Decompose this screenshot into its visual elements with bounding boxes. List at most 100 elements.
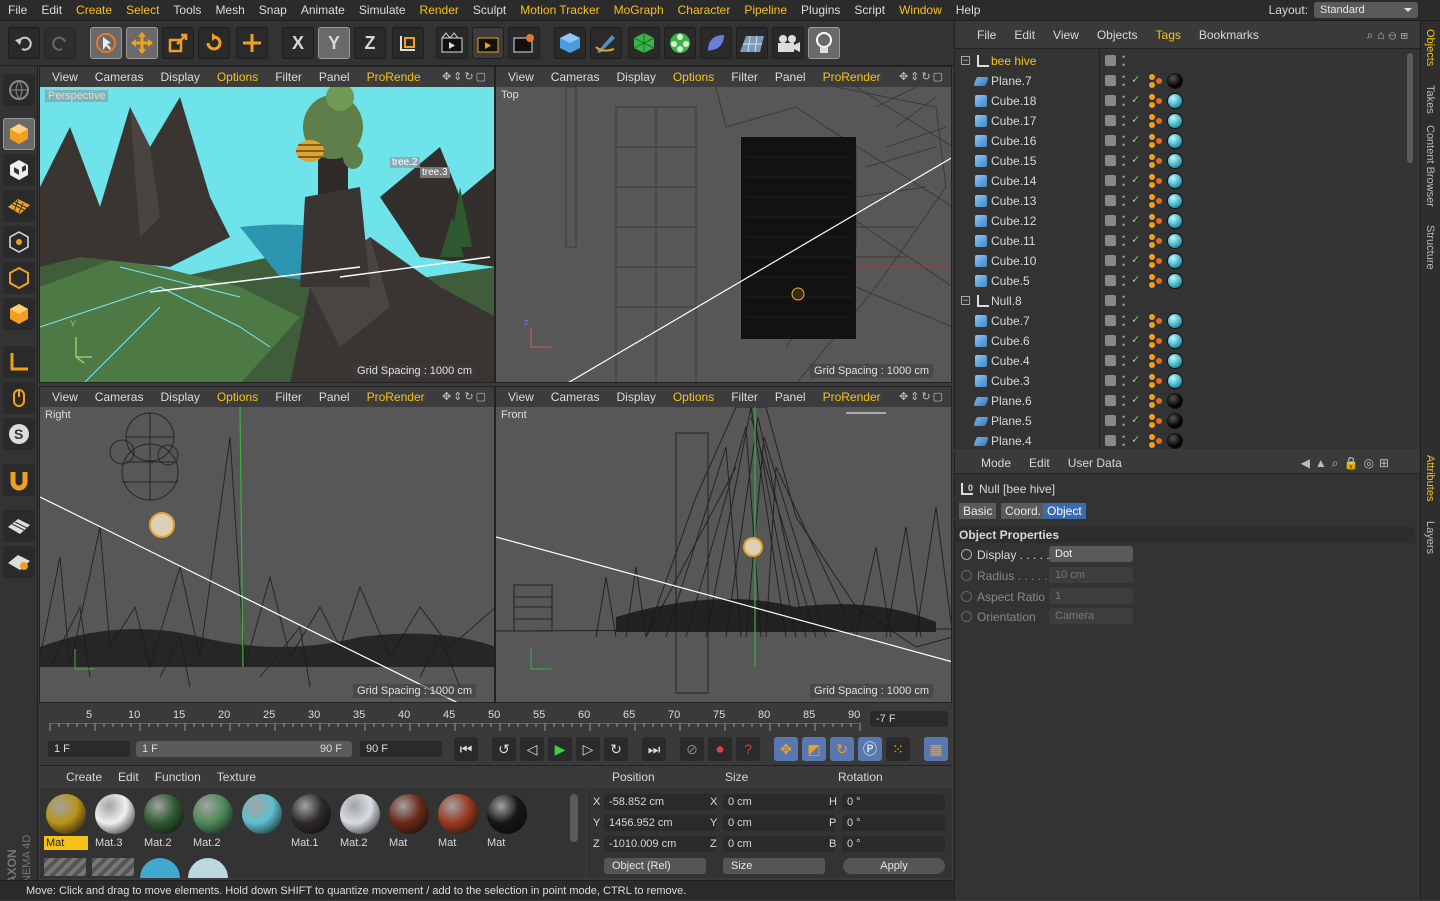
layer-flag-icon[interactable]: [1105, 415, 1116, 426]
vp4-cameras[interactable]: Cameras: [551, 390, 600, 404]
mat-menu-create[interactable]: Create: [66, 770, 102, 784]
object-row[interactable]: Plane.5 • • ✓: [957, 411, 1405, 431]
phong-tag-icon[interactable]: [1147, 413, 1163, 429]
menu-character[interactable]: Character: [678, 3, 731, 17]
enabled-check-icon[interactable]: ✓: [1131, 133, 1140, 146]
visibility-dots-icon[interactable]: • •: [1122, 433, 1125, 450]
layer-flag-icon[interactable]: [1105, 175, 1116, 186]
visibility-dots-icon[interactable]: • •: [1122, 413, 1125, 430]
enabled-check-icon[interactable]: ✓: [1131, 73, 1140, 86]
material-tag-icon[interactable]: [1167, 253, 1183, 269]
z-axis-lock[interactable]: Z: [354, 27, 386, 59]
subdivision-surface-icon[interactable]: [628, 27, 660, 59]
pen-spline-icon[interactable]: [590, 27, 622, 59]
am-menu-edit[interactable]: Edit: [1029, 456, 1050, 470]
menu-edit[interactable]: Edit: [41, 3, 62, 17]
solo-mode-icon[interactable]: S: [3, 418, 35, 450]
material-tag-icon[interactable]: [1167, 433, 1183, 449]
om-scrollbar[interactable]: [1407, 53, 1413, 163]
top-scene[interactable]: z: [496, 86, 951, 382]
phong-tag-icon[interactable]: [1147, 273, 1163, 289]
om-menu-file[interactable]: File: [977, 28, 996, 42]
end-frame-field[interactable]: 90 F: [360, 741, 442, 757]
menu-select[interactable]: Select: [126, 3, 159, 17]
menu-animate[interactable]: Animate: [301, 3, 345, 17]
object-name[interactable]: Plane.5: [991, 414, 1032, 428]
side-tab-content-browser[interactable]: Content Browser: [1424, 125, 1436, 207]
object-row[interactable]: − Null.8 • •: [957, 291, 1405, 311]
object-name[interactable]: Cube.17: [991, 114, 1036, 128]
right-scene[interactable]: [40, 406, 494, 702]
vp3-panel[interactable]: Panel: [319, 390, 350, 404]
key-rotation-icon[interactable]: ↻: [830, 737, 854, 761]
layer-flag-icon[interactable]: [1105, 435, 1116, 446]
vp3-view[interactable]: View: [52, 390, 78, 404]
vp2-prorender[interactable]: ProRender: [823, 70, 881, 84]
vp2-options[interactable]: Options: [673, 70, 714, 84]
preview-range-slider[interactable]: 1 F 90 F: [136, 741, 352, 757]
visibility-dots-icon[interactable]: • •: [1122, 393, 1125, 410]
vp3-display[interactable]: Display: [160, 390, 199, 404]
layer-flag-icon[interactable]: [1105, 375, 1116, 386]
polygons-mode-icon[interactable]: [3, 298, 35, 330]
object-row[interactable]: − bee hive • •: [957, 51, 1405, 71]
phong-tag-icon[interactable]: [1147, 153, 1163, 169]
material-tag-icon[interactable]: [1167, 213, 1183, 229]
material-tag-icon[interactable]: [1167, 153, 1183, 169]
live-selection-icon[interactable]: [90, 27, 122, 59]
menu-render[interactable]: Render: [420, 3, 459, 17]
enabled-check-icon[interactable]: ✓: [1131, 93, 1140, 106]
visibility-dots-icon[interactable]: • •: [1122, 333, 1125, 350]
object-name[interactable]: Cube.3: [991, 374, 1030, 388]
material-tag-icon[interactable]: [1167, 193, 1183, 209]
material-tag-icon[interactable]: [1167, 173, 1183, 189]
enabled-check-icon[interactable]: ✓: [1131, 153, 1140, 166]
workplane-icon[interactable]: [3, 190, 35, 222]
keyframe-selection-icon[interactable]: ?: [736, 737, 760, 761]
vp3-filter[interactable]: Filter: [275, 390, 302, 404]
enabled-check-icon[interactable]: ✓: [1131, 173, 1140, 186]
layer-flag-icon[interactable]: [1105, 275, 1116, 286]
material-item[interactable]: Mat: [387, 792, 431, 852]
object-row[interactable]: Cube.10 • • ✓: [957, 251, 1405, 271]
visibility-dots-icon[interactable]: • •: [1122, 53, 1125, 70]
material-item[interactable]: Mat.2: [142, 792, 186, 852]
object-name[interactable]: bee hive: [991, 54, 1036, 68]
object-name[interactable]: Cube.7: [991, 314, 1030, 328]
enabled-check-icon[interactable]: ✓: [1131, 393, 1140, 406]
menu-file[interactable]: File: [8, 3, 27, 17]
phong-tag-icon[interactable]: [1147, 133, 1163, 149]
menu-tools[interactable]: Tools: [173, 3, 201, 17]
material-scrollbar[interactable]: [570, 794, 578, 842]
om-menu-bookmarks[interactable]: Bookmarks: [1199, 28, 1259, 42]
key-scale-icon[interactable]: ◩: [802, 737, 826, 761]
vp2-navigation-icons[interactable]: ✥⇕↻▢: [899, 70, 945, 83]
object-name[interactable]: Cube.12: [991, 214, 1036, 228]
layer-flag-icon[interactable]: [1105, 135, 1116, 146]
vp4-display[interactable]: Display: [616, 390, 655, 404]
x-axis-lock[interactable]: X: [282, 27, 314, 59]
viewport-top[interactable]: z View Cameras Display Options Filter Pa…: [495, 66, 952, 383]
aspect-ratio-field[interactable]: 1: [1049, 588, 1133, 604]
material-item[interactable]: Mat.1: [289, 792, 333, 852]
material-tag-icon[interactable]: [1167, 393, 1183, 409]
enabled-check-icon[interactable]: ✓: [1131, 413, 1140, 426]
rot-b-field[interactable]: 0 °: [842, 836, 945, 852]
visibility-dots-icon[interactable]: • •: [1122, 313, 1125, 330]
y-axis-lock[interactable]: Y: [318, 27, 350, 59]
workplane-lock-icon[interactable]: [3, 510, 35, 542]
object-row[interactable]: Cube.18 • • ✓: [957, 91, 1405, 111]
vp4-filter[interactable]: Filter: [731, 390, 758, 404]
vp1-prorender[interactable]: ProRende: [367, 70, 421, 84]
menu-snap[interactable]: Snap: [259, 3, 287, 17]
radius-animate-radio[interactable]: [961, 570, 972, 581]
layer-flag-icon[interactable]: [1105, 95, 1116, 106]
phong-tag-icon[interactable]: [1147, 193, 1163, 209]
material-tag-icon[interactable]: [1167, 113, 1183, 129]
menu-help[interactable]: Help: [956, 3, 981, 17]
material-tag-icon[interactable]: [1167, 133, 1183, 149]
orientation-animate-radio[interactable]: [961, 611, 972, 622]
enabled-check-icon[interactable]: ✓: [1131, 213, 1140, 226]
om-menu-tags[interactable]: Tags: [1156, 28, 1181, 42]
object-name[interactable]: Cube.6: [991, 334, 1030, 348]
